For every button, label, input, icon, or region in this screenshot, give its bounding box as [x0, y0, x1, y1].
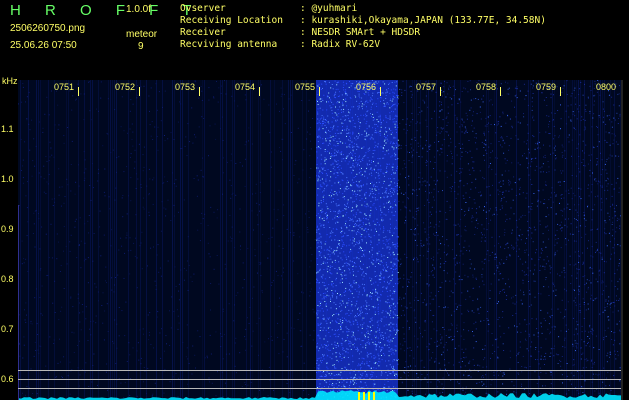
meteor-marker: [373, 392, 375, 400]
info-row-antenna: Recviving antenna : Radix RV-62V: [180, 39, 546, 51]
station-info: Ovserver : @yuhmari Receiving Location : k…: [180, 3, 546, 51]
info-row-location: Receiving Location : kurashiki,Okayama,JA…: [180, 15, 546, 27]
info-label: Recviving antenna: [180, 39, 278, 50]
hrofft-window: H R O F F T 1.0.0f 2506260750.png 25.06.…: [0, 0, 629, 400]
x-tick-mark: [139, 87, 140, 96]
right-edge: [621, 80, 623, 400]
x-tick-label: 0756: [355, 82, 377, 92]
y-axis-unit: kHz: [2, 76, 18, 86]
x-tick-mark: [78, 87, 79, 96]
y-tick-label: 0.6: [1, 374, 14, 384]
x-tick-label: 0759: [535, 82, 557, 92]
x-tick-label: 0753: [174, 82, 196, 92]
meteor-count: 9: [138, 41, 144, 52]
x-tick-label: 0800: [595, 82, 617, 92]
x-tick-mark: [560, 87, 561, 96]
y-tick-label: 0.7: [1, 324, 14, 334]
info-value: : @yuhmari: [300, 3, 358, 14]
y-tick-label: 0.8: [1, 274, 14, 284]
file-name: 2506260750.png: [10, 23, 86, 34]
x-tick-mark: [199, 87, 200, 96]
reference-line: [18, 379, 621, 380]
x-tick-mark: [319, 87, 320, 96]
x-tick-label: 0758: [475, 82, 497, 92]
info-value: : kurashiki,Okayama,JAPAN (133.77E, 34.5…: [300, 15, 546, 26]
noise-field: [18, 80, 621, 400]
reference-line: [18, 388, 621, 389]
app-version: 1.0.0f: [126, 4, 152, 15]
y-tick-label: 1.0: [1, 174, 14, 184]
meteor-label: meteor: [126, 29, 158, 40]
reference-line: [18, 370, 621, 371]
spectrogram: [18, 80, 621, 400]
capture-datetime: 25.06.26 07:50: [10, 40, 77, 51]
x-tick-label: 0752: [114, 82, 136, 92]
app-title: H R O F F T: [10, 2, 202, 19]
info-value: : NESDR SMArt + HDSDR: [300, 27, 421, 38]
meteor-marker: [368, 392, 370, 400]
info-label: Ovserver: [180, 3, 226, 14]
meteor-marker: [358, 392, 360, 400]
x-tick-mark: [259, 87, 260, 96]
y-tick-label: 1.1: [1, 124, 14, 134]
x-tick-label: 0755: [294, 82, 316, 92]
x-tick-label: 0751: [53, 82, 75, 92]
x-tick-mark: [380, 87, 381, 96]
x-tick-label: 0754: [234, 82, 256, 92]
info-row-observer: Ovserver : @yuhmari: [180, 3, 546, 15]
x-tick-mark: [440, 87, 441, 96]
info-label: Receiver: [180, 27, 226, 38]
spectrogram-canvas: [18, 80, 621, 400]
meteor-marker: [363, 392, 365, 400]
info-label: Receiving Location: [180, 15, 283, 26]
info-value: : Radix RV-62V: [300, 39, 381, 50]
y-tick-label: 0.9: [1, 224, 14, 234]
info-row-receiver: Receiver : NESDR SMArt + HDSDR: [180, 27, 546, 39]
x-tick-mark: [500, 87, 501, 96]
x-tick-label: 0757: [415, 82, 437, 92]
